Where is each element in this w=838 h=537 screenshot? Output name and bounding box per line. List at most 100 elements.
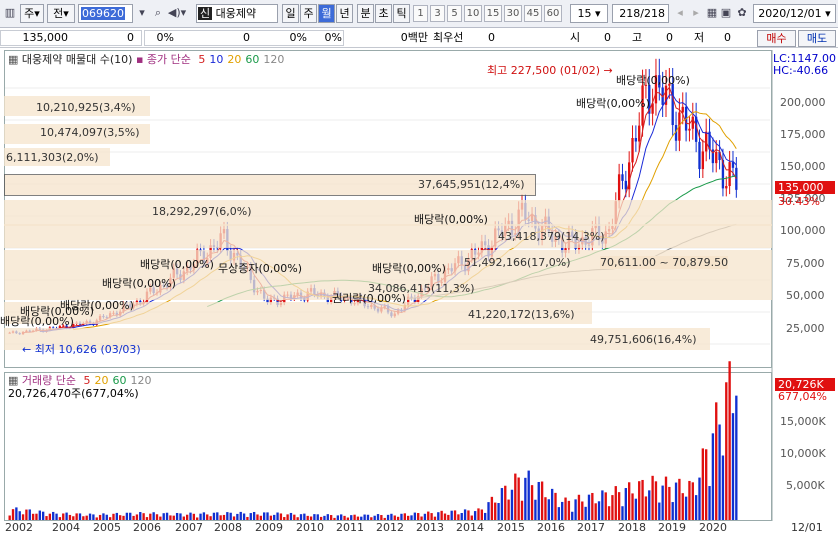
volume-ma-5[interactable]: 5: [84, 374, 91, 387]
volume-bar: [18, 511, 21, 520]
best-ask-label: 최우선: [433, 31, 464, 44]
volume-bar: [403, 513, 406, 520]
volume-bar: [175, 512, 179, 520]
next-arrow-icon[interactable]: ▸: [688, 5, 704, 22]
search-icon[interactable]: ⌕: [150, 5, 166, 22]
volume-bar: [651, 475, 654, 520]
volume-bar: [507, 499, 510, 520]
volume-bar: [658, 502, 661, 520]
price-y-tick: 50,000: [786, 289, 825, 302]
price-ma-20[interactable]: 20: [227, 53, 241, 66]
stock-code-input[interactable]: 069620: [78, 4, 133, 23]
interval-button-1[interactable]: 1: [413, 5, 428, 22]
prev-arrow-icon[interactable]: ◂: [672, 5, 688, 22]
ma-toggle-icon[interactable]: ▪: [136, 53, 143, 66]
volume-bar: [681, 493, 684, 520]
x-tick: 2013: [416, 521, 444, 534]
period-tab-0[interactable]: 일: [282, 4, 299, 23]
volume-bar: [239, 511, 242, 520]
volume-bar: [212, 512, 216, 520]
high-value: 0: [666, 31, 673, 44]
price-ma-10[interactable]: 10: [209, 53, 223, 66]
price-y-tick: 175,000: [780, 128, 826, 141]
volume-bar: [617, 492, 621, 520]
speaker-icon[interactable]: ◀)▾: [166, 5, 188, 22]
range-label: 70,611.00 ~ 70,879.50: [600, 256, 729, 269]
period-tab-1[interactable]: 주: [300, 4, 317, 23]
volume-bar: [219, 515, 222, 520]
interval-select[interactable]: 15 ▾: [570, 4, 608, 23]
volume-bar: [279, 513, 283, 520]
volume-bar: [52, 511, 55, 520]
price-legend-name: 대웅제약 매물대 수(10): [21, 53, 133, 66]
volume-bar: [604, 492, 607, 520]
volume-pct: 0%: [289, 31, 307, 44]
save-icon[interactable]: ▣: [718, 5, 734, 22]
volume-bar: [396, 516, 400, 520]
volume-bar: [547, 499, 550, 520]
volume-bar: [229, 512, 232, 520]
volume-ma-120[interactable]: 120: [131, 374, 152, 387]
volume-bar: [242, 513, 246, 520]
last-volume-pct: 677,04%: [778, 390, 827, 403]
volume-bar: [423, 513, 427, 520]
interval-button-3[interactable]: 3: [430, 5, 445, 22]
volume-bar: [487, 502, 490, 520]
count-field[interactable]: 218/218: [612, 4, 669, 23]
x-tick: 2014: [456, 521, 484, 534]
volume-bar: [597, 501, 601, 520]
volume-bar: [363, 514, 366, 520]
price-ma-60[interactable]: 60: [245, 53, 259, 66]
price-ma-5[interactable]: 5: [198, 53, 205, 66]
volume-bar: [289, 512, 293, 520]
volume-ma-20[interactable]: 20: [95, 374, 109, 387]
volume-bar: [15, 507, 18, 520]
volume-bar: [644, 496, 648, 520]
date-field[interactable]: 2020/12/01 ▾: [753, 4, 836, 23]
volume-bar: [564, 497, 567, 520]
interval-button-60[interactable]: 60: [544, 5, 562, 22]
period-tab-4[interactable]: 분: [357, 4, 374, 23]
interval-button-30[interactable]: 30: [504, 5, 522, 22]
period-prefix-select[interactable]: 전▾: [47, 4, 75, 23]
period-tab-2[interactable]: 월: [318, 4, 335, 23]
volume-bar: [735, 395, 738, 520]
settings-icon[interactable]: ✿: [734, 5, 750, 22]
volume-bar: [68, 514, 72, 520]
volume-bar: [88, 513, 92, 520]
code-dropdown-icon[interactable]: ▾: [134, 5, 150, 22]
price-y-tick: 75,000: [786, 257, 825, 270]
volume-bar: [303, 513, 306, 520]
x-tick: 2011: [336, 521, 364, 534]
volume-bar: [269, 515, 273, 520]
volume-bar: [467, 510, 470, 520]
x-tick: 2007: [175, 521, 203, 534]
volume-bar: [624, 488, 627, 520]
volume-bar: [309, 516, 313, 520]
volume-bar: [447, 514, 450, 520]
interval-button-10[interactable]: 10: [464, 5, 482, 22]
volume-bar: [648, 490, 651, 520]
sell-button[interactable]: 매도: [798, 30, 836, 47]
volume-bar: [75, 513, 78, 520]
period-tab-3[interactable]: 년: [336, 4, 353, 23]
volume-bar: [199, 513, 202, 520]
buy-button[interactable]: 매수: [757, 30, 796, 47]
volume-y-tick: 15,000K: [780, 415, 826, 428]
event-label: 권리락(0,00%): [332, 292, 406, 305]
volume-bar: [711, 433, 715, 520]
price-ma-120[interactable]: 120: [263, 53, 284, 66]
period-tab-6[interactable]: 틱: [393, 4, 410, 23]
chart-menu-icon[interactable]: ▥: [2, 5, 18, 22]
interval-button-45[interactable]: 45: [524, 5, 542, 22]
volume-ma-60[interactable]: 60: [113, 374, 127, 387]
volume-bar: [48, 513, 52, 520]
stock-name-field[interactable]: 신 대웅제약: [196, 4, 278, 23]
candle-body: [671, 83, 674, 126]
volume-bar: [457, 514, 460, 520]
period-tab-5[interactable]: 초: [375, 4, 392, 23]
interval-button-15[interactable]: 15: [484, 5, 502, 22]
volume-bar: [544, 497, 547, 520]
market-select[interactable]: 주▾: [20, 4, 44, 23]
interval-button-5[interactable]: 5: [447, 5, 462, 22]
